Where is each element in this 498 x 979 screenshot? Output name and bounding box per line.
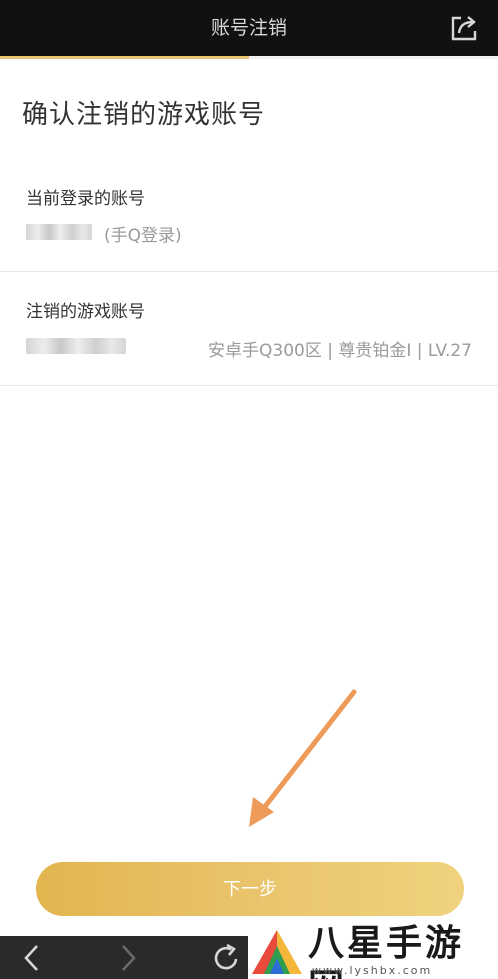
divider [0,271,498,272]
watermark-url: www.lyshbx.com [312,964,433,977]
annotation-arrow [249,689,357,827]
watermark-logo-icon [252,930,302,974]
top-bar: 账号注销 [0,0,498,56]
refresh-icon [214,943,238,969]
back-button[interactable] [2,936,62,979]
back-icon [24,944,38,971]
share-icon [451,16,477,41]
game-account-label: 注销的游戏账号 [26,302,145,322]
page-header-title: 账号注销 [210,17,287,39]
next-button[interactable]: 下一步 [36,862,464,916]
refresh-button[interactable] [196,936,256,979]
site-watermark: 八星手游网 www.lyshbx.com [248,922,498,979]
login-method: (手Q登录) [104,226,182,246]
page-title: 确认注销的游戏账号 [22,100,266,130]
current-account-label: 当前登录的账号 [26,189,145,209]
share-button[interactable] [448,12,480,44]
current-account-masked [26,224,92,240]
progress-fill [0,56,249,59]
game-account-detail: 安卓手Q300区 | 尊贵铂金I | LV.27 [208,341,472,361]
forward-icon [122,944,136,971]
forward-button[interactable] [98,936,158,979]
divider [0,385,498,386]
game-account-masked [26,338,126,354]
progress-track [0,56,498,59]
